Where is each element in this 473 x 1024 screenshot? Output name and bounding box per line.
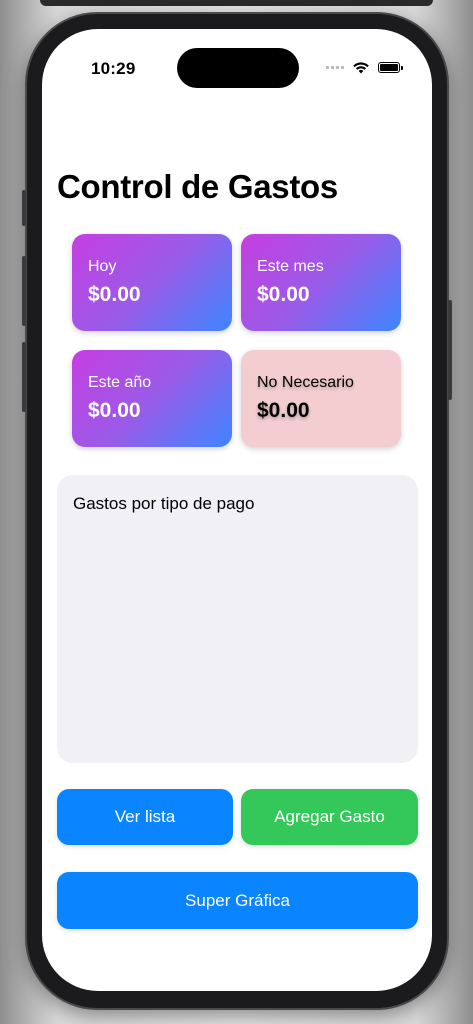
card-value: $0.00 <box>88 283 141 306</box>
agregar-gasto-button[interactable]: Agregar Gasto <box>241 789 418 845</box>
battery-icon <box>378 62 403 73</box>
card-value: $0.00 <box>257 399 310 422</box>
chart-title: Gastos por tipo de pago <box>73 494 255 513</box>
dynamic-island <box>177 48 299 88</box>
background-device-edge <box>40 0 433 6</box>
card-hoy[interactable]: Hoy $0.00 <box>72 234 232 331</box>
card-no-necesario[interactable]: No Necesario $0.00 <box>241 350 401 447</box>
card-value: $0.00 <box>88 399 141 422</box>
volume-up-button <box>22 256 26 326</box>
card-label: Hoy <box>88 258 117 275</box>
ver-lista-button[interactable]: Ver lista <box>57 789 233 845</box>
status-time: 10:29 <box>91 59 136 78</box>
volume-down-button <box>22 342 26 412</box>
card-este-mes[interactable]: Este mes $0.00 <box>241 234 401 331</box>
card-value: $0.00 <box>257 283 310 306</box>
super-grafica-button[interactable]: Super Gráfica <box>57 872 418 929</box>
action-button <box>22 190 26 226</box>
power-button <box>448 300 452 400</box>
status-icons <box>326 61 403 74</box>
card-label: Este mes <box>257 258 324 275</box>
payment-type-chart-panel: Gastos por tipo de pago <box>57 475 418 763</box>
card-este-ano[interactable]: Este año $0.00 <box>72 350 232 447</box>
page-title: Control de Gastos <box>57 168 338 205</box>
card-label: Este año <box>88 374 152 391</box>
cellular-signal-icon <box>326 66 344 69</box>
app-screen: 10:29 Control de Gastos Hoy $0.00 Este m… <box>42 29 432 991</box>
wifi-icon <box>353 62 369 74</box>
card-label: No Necesario <box>257 374 354 391</box>
